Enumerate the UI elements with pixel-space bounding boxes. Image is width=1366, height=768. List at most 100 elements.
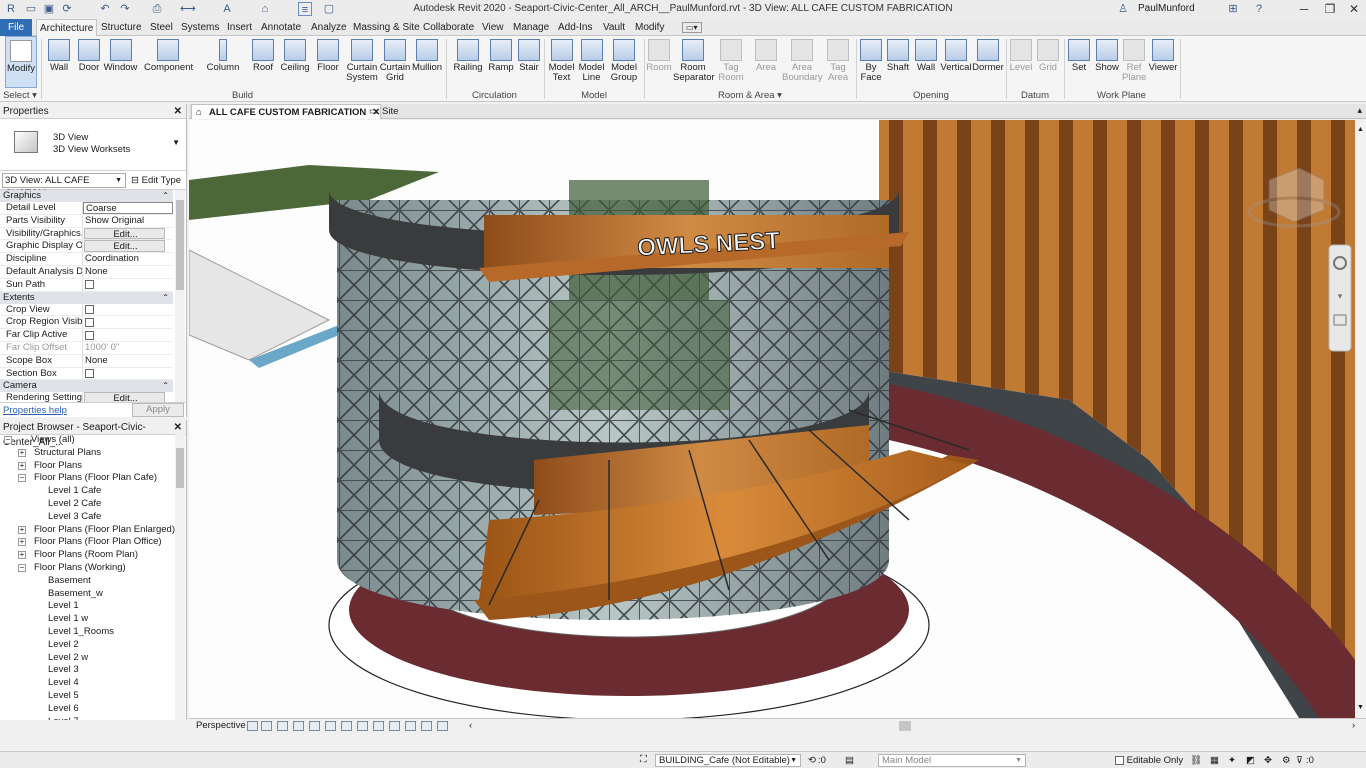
properties-scrollbar[interactable] [175, 190, 185, 402]
curtain-system-button[interactable]: Curtain System [346, 36, 378, 90]
cart-icon[interactable]: ⊞ [1226, 2, 1240, 16]
rendering-settings-edit-button[interactable]: Edit... [84, 392, 165, 402]
tab-list-icon[interactable]: ▴ [1357, 105, 1362, 116]
set-button[interactable]: Set [1067, 36, 1091, 90]
tab-manage[interactable]: Manage [510, 19, 552, 36]
drag-elements-icon[interactable]: ✥ [1264, 755, 1272, 766]
collapse-icon[interactable]: − [4, 436, 12, 444]
room-button[interactable]: Room [646, 36, 672, 90]
scroll-left-icon[interactable]: ‹ [469, 720, 472, 731]
wall-button[interactable]: Wall [44, 36, 74, 90]
section-graphics[interactable]: Graphics ⌃ [0, 190, 173, 202]
window-button[interactable]: Window [103, 36, 138, 90]
sun-path-icon[interactable] [277, 721, 288, 731]
type-selector[interactable]: 3D View 3D View Worksets ▼ [0, 119, 186, 171]
tree-node[interactable]: + Floor Plans [0, 460, 175, 473]
tab-modify[interactable]: Modify [632, 19, 667, 36]
properties-close-icon[interactable]: ✕ [174, 104, 182, 119]
shadows-icon[interactable] [293, 721, 304, 731]
prop-row[interactable]: Detail Level Coarse [0, 202, 173, 215]
prop-row[interactable]: Section Box [0, 367, 173, 381]
tab-file[interactable]: File [0, 19, 33, 36]
3d-viewport[interactable]: OWLS NEST ▾ [189, 120, 1355, 718]
tree-node[interactable]: + Floor Plans (Room Plan) [0, 549, 175, 562]
far-clip-active-checkbox[interactable] [85, 330, 94, 340]
tab-massing-site[interactable]: Massing & Site [350, 19, 423, 36]
curtain-grid-button[interactable]: Curtain Grid [379, 36, 411, 90]
tree-node[interactable]: Level 7 [0, 716, 175, 720]
scroll-up-icon[interactable]: ▲ [1356, 126, 1365, 136]
select-pinned-icon[interactable]: ✦ [1228, 755, 1236, 766]
tree-node[interactable]: Level 6 [0, 703, 175, 716]
minimize-button[interactable]: ─ [1292, 1, 1316, 17]
ramp-button[interactable]: Ramp [487, 36, 515, 90]
expand-icon[interactable]: + [18, 525, 26, 534]
worksharing-display-icon[interactable] [421, 721, 432, 731]
tab-insert[interactable]: Insert [224, 19, 255, 36]
prop-row[interactable]: Crop View [0, 303, 173, 317]
tab-view[interactable]: View [479, 19, 507, 36]
viewer-button[interactable]: Viewer [1147, 36, 1179, 90]
tab-site[interactable]: ▭ Site [365, 104, 398, 119]
tab-add-ins[interactable]: Add-Ins [555, 19, 595, 36]
tree-node[interactable]: − Floor Plans (Working) [0, 562, 175, 575]
roof-button[interactable]: Roof [249, 36, 277, 90]
tree-node[interactable]: Level 4 [0, 677, 175, 690]
model-group-button[interactable]: Model Group [608, 36, 640, 90]
tag-area-button[interactable]: Tag Area [824, 36, 852, 90]
tree-node[interactable]: + Floor Plans (Floor Plan Enlarged) [0, 524, 175, 537]
prop-row[interactable]: Graphic Display O... Edit... [0, 240, 173, 254]
graphic-display-edit-button[interactable]: Edit... [84, 240, 165, 253]
railing-button[interactable]: Railing [452, 36, 484, 90]
by-face-button[interactable]: By Face [858, 36, 884, 90]
hide-isolate-icon[interactable] [341, 721, 352, 731]
tag-room-button[interactable]: Tag Room [717, 36, 745, 90]
tree-node[interactable]: Level 3 [0, 664, 175, 677]
tree-node[interactable]: Level 1 [0, 600, 175, 613]
background-process-icon[interactable]: ⚙ [1282, 755, 1291, 766]
door-button[interactable]: Door [76, 36, 102, 90]
browser-scrollbar[interactable] [175, 434, 185, 720]
user-icon[interactable]: ♙ [1116, 2, 1130, 16]
grid-button[interactable]: Grid [1036, 36, 1060, 90]
tab-structure[interactable]: Structure [98, 19, 145, 36]
shaft-button[interactable]: Shaft [885, 36, 911, 90]
help-icon[interactable]: ? [1252, 2, 1266, 16]
ref-plane-button[interactable]: Ref Plane [1122, 36, 1146, 90]
tab-vault[interactable]: Vault [600, 19, 628, 36]
room-area-group-label[interactable]: Room & Area ▾ [644, 90, 856, 101]
close-button[interactable]: ✕ [1342, 1, 1366, 17]
viewport-vertical-scrollbar[interactable]: ▲ ▼ [1355, 120, 1366, 718]
tree-node[interactable]: Level 2 [0, 639, 175, 652]
tree-node[interactable]: + Structural Plans [0, 447, 175, 460]
scrollbar-thumb[interactable] [176, 448, 184, 488]
dormer-button[interactable]: Dormer [972, 36, 1004, 90]
tree-node[interactable]: Level 1_Rooms [0, 626, 175, 639]
temporary-view-icon[interactable] [373, 721, 384, 731]
analytical-model-icon[interactable] [389, 721, 400, 731]
show-button[interactable]: Show [1094, 36, 1120, 90]
scrollbar-thumb[interactable] [176, 200, 184, 290]
expand-icon[interactable]: + [18, 538, 26, 547]
component-button[interactable]: Component [144, 36, 193, 90]
tree-node[interactable]: Level 2 w [0, 652, 175, 665]
prop-row[interactable]: Discipline Coordination [0, 253, 173, 266]
filter-icon[interactable]: ⊽ [1296, 755, 1303, 766]
section-extents[interactable]: Extents ⌃ [0, 291, 173, 304]
prop-row[interactable]: Scope Box None [0, 354, 173, 368]
ceiling-button[interactable]: Ceiling [279, 36, 311, 90]
column-button[interactable]: Column [205, 36, 241, 90]
prop-row[interactable]: Parts Visibility Show Original [0, 214, 173, 228]
maximize-button[interactable]: ❐ [1318, 1, 1342, 17]
collapse-icon[interactable]: − [18, 474, 26, 483]
navigation-bar[interactable]: ▾ [1328, 244, 1352, 352]
prop-row[interactable]: Visibility/Graphics... Edit... [0, 227, 173, 241]
editable-only-checkbox[interactable] [1115, 756, 1124, 766]
user-name[interactable]: PaulMunford [1138, 3, 1195, 14]
tab-3d-view[interactable]: ⌂ ALL CAFE CUSTOM FABRICATION ✕ [191, 104, 382, 119]
visibility-graphics-edit-button[interactable]: Edit... [84, 227, 165, 240]
tab-steel[interactable]: Steel [147, 19, 176, 36]
section-box-checkbox[interactable] [85, 369, 94, 379]
horizontal-scroll-thumb[interactable] [899, 721, 911, 731]
expand-icon[interactable]: + [18, 461, 26, 470]
